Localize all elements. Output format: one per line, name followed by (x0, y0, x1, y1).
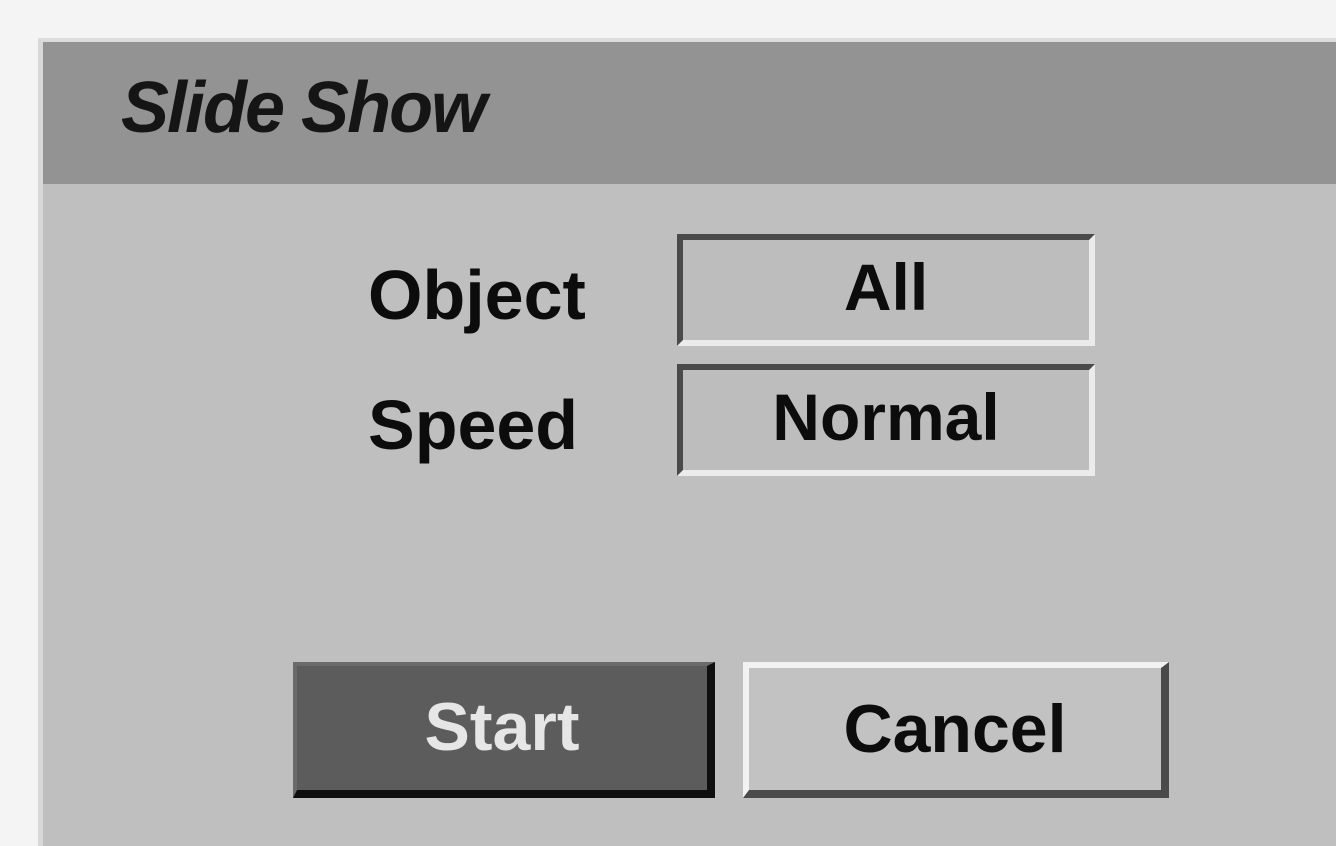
speed-select[interactable]: Normal (677, 364, 1095, 476)
start-button-label: Start (424, 689, 580, 765)
dialog-title: Slide Show (121, 68, 487, 148)
dialog-titlebar: Slide Show (43, 42, 1336, 184)
speed-label: Speed (368, 386, 579, 464)
object-select[interactable]: All (677, 234, 1095, 346)
slide-show-dialog: Slide Show Object All Speed Normal Start… (38, 38, 1336, 846)
object-label: Object (368, 256, 586, 334)
speed-value: Normal (772, 380, 1000, 454)
cancel-button[interactable]: Cancel (743, 662, 1169, 798)
cancel-button-label: Cancel (843, 691, 1067, 767)
start-button[interactable]: Start (293, 662, 715, 798)
object-value: All (843, 250, 929, 324)
